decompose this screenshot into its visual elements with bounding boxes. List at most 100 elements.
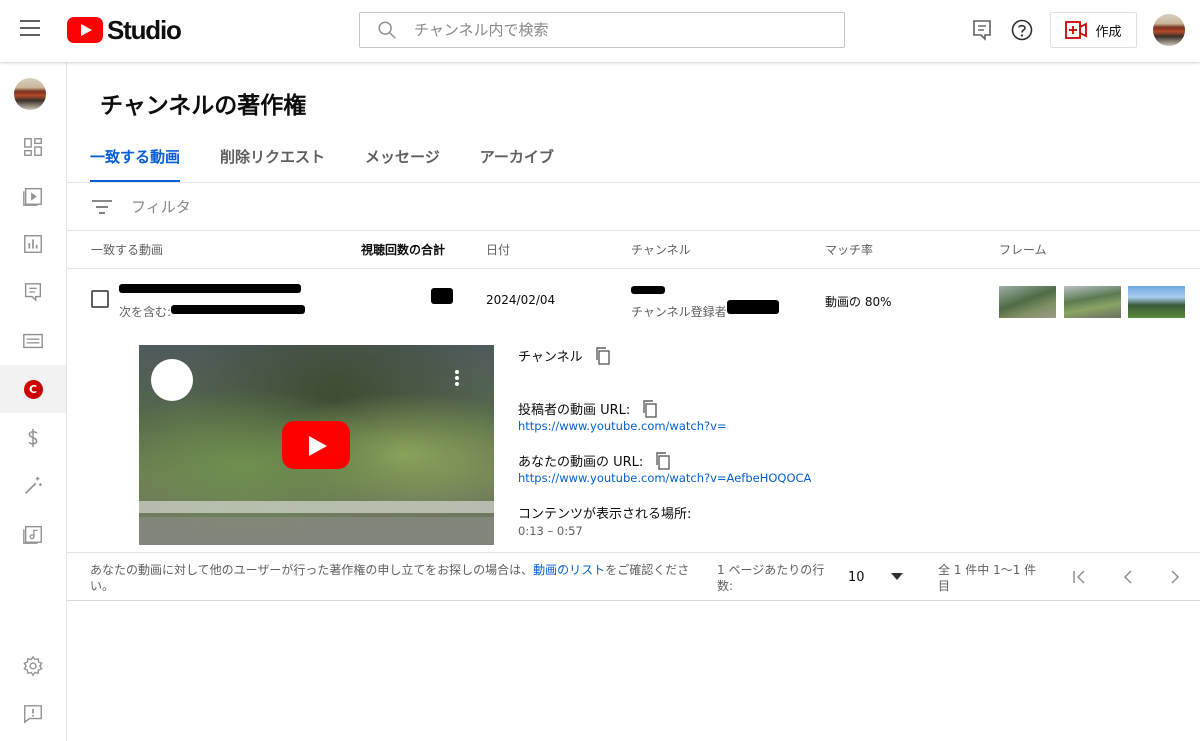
header-channel[interactable]: チャンネル xyxy=(631,241,691,258)
audio-library-icon xyxy=(23,525,42,544)
header-date[interactable]: 日付 xyxy=(486,241,510,258)
previous-page-icon[interactable] xyxy=(1118,568,1138,586)
redacted-view-count xyxy=(431,288,453,304)
sidebar-item-customization[interactable] xyxy=(0,462,66,510)
sidebar: C xyxy=(0,62,67,741)
dropdown-arrow-icon[interactable] xyxy=(891,573,903,580)
next-page-icon[interactable] xyxy=(1165,568,1185,586)
sidebar-item-content[interactable] xyxy=(0,172,66,220)
detail-channel-row: チャンネル xyxy=(518,346,611,365)
filter-icon xyxy=(92,199,112,214)
search-icon xyxy=(378,21,396,39)
create-label: 作成 xyxy=(1095,24,1122,40)
copyright-icon: C xyxy=(23,379,43,399)
main-content: チャンネルの著作権 一致する動画 削除リクエスト メッセージ アーカイブ フィル… xyxy=(67,62,1200,741)
sidebar-item-dashboard[interactable] xyxy=(0,123,66,171)
comment-feedback-icon[interactable] xyxy=(970,18,994,42)
your-url-label: あなたの動画の URL: xyxy=(518,455,644,470)
redacted-subscriber-count xyxy=(727,300,779,314)
studio-logo[interactable]: Studio xyxy=(67,14,182,45)
magic-wand-icon xyxy=(25,476,42,494)
sidebar-item-copyright[interactable]: C xyxy=(0,365,66,413)
video-player[interactable] xyxy=(139,345,494,545)
youtube-logo-icon xyxy=(67,17,103,43)
content-location-text: コンテンツが表示される場所: xyxy=(518,507,692,522)
page-title: チャンネルの著作権 xyxy=(100,93,307,119)
redacted-video-source xyxy=(171,305,305,314)
sidebar-item-feedback[interactable] xyxy=(0,690,66,738)
row-checkbox[interactable] xyxy=(91,290,109,308)
redacted-channel-name xyxy=(631,286,665,294)
video-scene-ground xyxy=(139,517,494,545)
frame-thumbnail[interactable] xyxy=(1064,286,1121,318)
filter-bar[interactable]: フィルタ xyxy=(92,196,191,217)
analytics-icon xyxy=(24,235,42,253)
dollar-icon xyxy=(28,428,38,448)
search-input[interactable] xyxy=(414,21,814,39)
frame-thumbnail[interactable] xyxy=(999,286,1056,318)
detail-channel-label: チャンネル xyxy=(518,350,583,365)
feedback-icon xyxy=(24,705,42,724)
header-divider xyxy=(67,268,1200,269)
row-match-rate: 動画の 80% xyxy=(825,295,892,309)
tab-messages[interactable]: メッセージ xyxy=(365,146,440,183)
sidebar-item-settings[interactable] xyxy=(0,642,66,690)
top-bar: Studio 作成 xyxy=(0,0,1200,62)
video-subtitle: 次を含む: xyxy=(119,305,172,319)
redacted-video-title xyxy=(119,284,301,293)
filter-divider xyxy=(67,230,1200,231)
video-list-link[interactable]: 動画のリスト xyxy=(533,563,605,577)
help-icon[interactable] xyxy=(1010,18,1034,42)
channel-avatar-overlay xyxy=(151,359,193,401)
page-range: 全 1 件中 1〜1 件目 xyxy=(938,563,1037,593)
copy-icon[interactable] xyxy=(595,346,611,365)
header-matching-video[interactable]: 一致する動画 xyxy=(91,241,163,258)
detail-divider xyxy=(67,552,1200,553)
sidebar-item-subtitles[interactable] xyxy=(0,317,66,365)
tab-archive[interactable]: アーカイブ xyxy=(480,146,554,183)
sidebar-item-analytics[interactable] xyxy=(0,220,66,268)
tab-matching-videos[interactable]: 一致する動画 xyxy=(90,146,181,183)
first-page-icon[interactable] xyxy=(1070,568,1090,586)
channel-avatar[interactable] xyxy=(14,78,46,110)
content-location-label: コンテンツが表示される場所: xyxy=(518,503,691,522)
create-video-icon xyxy=(1065,21,1088,39)
rows-per-page-select[interactable]: 10 xyxy=(848,570,865,585)
copy-icon[interactable] xyxy=(655,451,671,470)
logo-text: Studio xyxy=(107,14,182,45)
frame-thumbnail[interactable] xyxy=(1128,286,1185,318)
copy-icon[interactable] xyxy=(642,399,658,418)
uploader-url-label: 投稿者の動画 URL: xyxy=(518,403,631,418)
channel-subtitle: チャンネル登録者 xyxy=(631,305,727,319)
tabs-divider xyxy=(67,182,1200,183)
row-date: 2024/02/04 xyxy=(486,293,556,307)
detail-uploader-url-row: 投稿者の動画 URL: xyxy=(518,399,658,418)
search-box[interactable] xyxy=(359,12,845,48)
tab-bar: 一致する動画 削除リクエスト メッセージ アーカイブ xyxy=(90,146,594,183)
your-url-link[interactable]: https://www.youtube.com/watch?v=AefbeHOQ… xyxy=(518,471,811,485)
content-time-range: 0:13 – 0:57 xyxy=(518,524,583,538)
sidebar-item-audio-library[interactable] xyxy=(0,510,66,558)
sidebar-item-comments[interactable] xyxy=(0,268,66,316)
footer-text-before: あなたの動画に対して他のユーザーが行った著作権の申し立てをお探しの場合は、 xyxy=(90,563,534,577)
tab-removal-requests[interactable]: 削除リクエスト xyxy=(220,146,325,183)
footer-divider xyxy=(67,600,1200,601)
header-match-rate[interactable]: マッチ率 xyxy=(825,241,873,258)
comments-icon xyxy=(24,283,42,302)
menu-icon[interactable] xyxy=(20,20,40,36)
detail-your-url-row: あなたの動画の URL: xyxy=(518,451,671,470)
video-content-icon xyxy=(23,187,42,206)
header-frames[interactable]: フレーム xyxy=(999,241,1047,258)
more-options-icon[interactable] xyxy=(455,370,459,386)
uploader-url-link[interactable]: https://www.youtube.com/watch?v= xyxy=(518,419,727,433)
play-button[interactable] xyxy=(282,421,350,469)
rows-per-page-label: 1 ページあたりの行数: xyxy=(717,563,825,593)
sidebar-item-earn[interactable] xyxy=(0,414,66,462)
subtitles-icon xyxy=(23,333,43,349)
create-button[interactable]: 作成 xyxy=(1050,12,1137,48)
gear-icon xyxy=(23,655,43,677)
video-scene-rail xyxy=(139,501,494,513)
header-total-views[interactable]: 視聴回数の合計 xyxy=(361,241,445,258)
filter-label: フィルタ xyxy=(131,198,191,216)
account-avatar[interactable] xyxy=(1153,14,1185,46)
